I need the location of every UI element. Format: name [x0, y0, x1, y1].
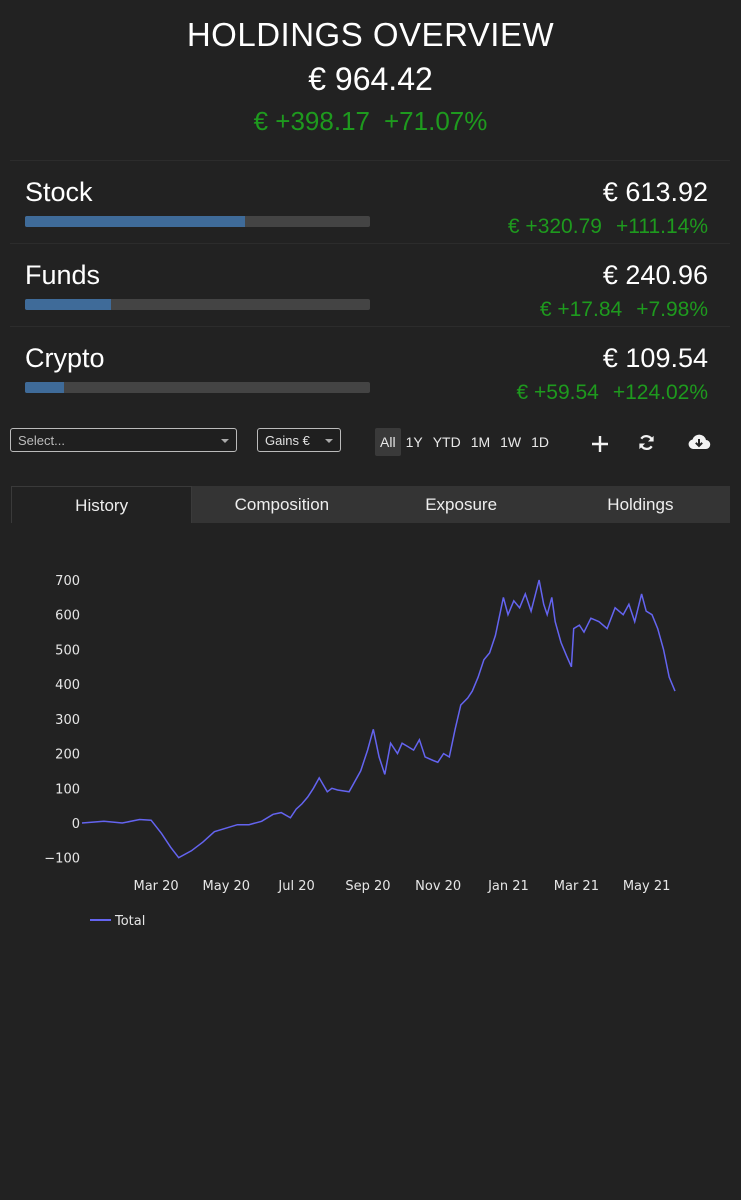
y-tick-label: 300	[55, 713, 80, 728]
y-tick-label: 100	[55, 782, 80, 797]
category-gain-pct: +124.02%	[612, 381, 708, 404]
category-value: € 240.96	[602, 260, 708, 290]
x-tick-label: May 21	[623, 879, 671, 894]
category-name: Stock	[25, 177, 93, 207]
x-tick-label: Mar 20	[133, 879, 178, 894]
category-gain-pct: +7.98%	[636, 298, 708, 321]
y-tick-label: 0	[72, 817, 80, 832]
x-tick-label: May 20	[203, 879, 251, 894]
category-share-fill	[25, 299, 112, 310]
category-funds[interactable]: Funds € 240.96 € +17.84 +7.98%	[10, 243, 730, 326]
plus-icon[interactable]	[586, 430, 614, 458]
range-1m[interactable]: 1M	[466, 428, 495, 456]
page-title: HOLDINGS OVERVIEW	[186, 16, 555, 53]
total-gain-pct: +71.07%	[384, 106, 488, 136]
category-share-bar	[25, 216, 370, 227]
tab-exposure[interactable]: Exposure	[371, 486, 551, 523]
category-value: € 109.54	[602, 343, 708, 373]
category-gain-abs: € +320.79	[507, 215, 602, 238]
chevron-down-icon	[325, 439, 333, 443]
x-tick-label: Mar 21	[554, 879, 599, 894]
view-tabs: History Composition Exposure Holdings	[11, 486, 730, 523]
category-gain: € +17.84 +7.98%	[540, 298, 708, 322]
category-name: Crypto	[25, 343, 105, 373]
overview-header: HOLDINGS OVERVIEW € 964.42 € +398.17 +71.…	[0, 0, 741, 140]
category-value: € 613.92	[602, 177, 708, 207]
y-tick-label: −100	[44, 852, 80, 867]
total-gain-abs: € +398.17	[253, 106, 370, 136]
y-tick-label: 600	[55, 609, 80, 624]
x-tick-label: Jul 20	[277, 879, 314, 894]
history-chart: −100 0 100 200 300 400 500 600 700 Mar 20 May 20 J…	[44, 574, 676, 929]
category-share-bar	[25, 382, 370, 393]
range-1y[interactable]: 1Y	[401, 428, 428, 456]
legend[interactable]: Total	[90, 914, 145, 929]
refresh-icon[interactable]	[632, 428, 660, 456]
toolbar: Select... Gains € All 1Y YTD 1M 1W 1D	[0, 428, 741, 456]
category-crypto[interactable]: Crypto € 109.54 € +59.54 +124.02%	[10, 326, 730, 409]
y-tick-label: 400	[55, 678, 80, 693]
category-gain-abs: € +59.54	[516, 381, 599, 404]
tab-composition[interactable]: Composition	[192, 486, 372, 523]
tab-holdings[interactable]: Holdings	[550, 486, 730, 523]
x-tick-label: Nov 20	[415, 879, 461, 894]
total-gain: € +398.17 +71.07%	[0, 102, 741, 140]
category-stock[interactable]: Stock € 613.92 € +320.79 +111.14%	[10, 160, 730, 243]
legend-label-total: Total	[114, 914, 145, 929]
y-tick-label: 500	[55, 643, 80, 658]
range-1w[interactable]: 1W	[495, 428, 526, 456]
category-gain-pct: +111.14%	[615, 215, 708, 238]
range-1d[interactable]: 1D	[526, 428, 554, 456]
y-axis-ticks: −100 0 100 200 300 400 500 600 700	[44, 574, 80, 867]
category-list: Stock € 613.92 € +320.79 +111.14% Funds €…	[10, 160, 730, 409]
y-tick-label: 200	[55, 748, 80, 763]
total-value: € 964.42	[308, 61, 433, 97]
category-gain: € +59.54 +124.02%	[516, 381, 708, 405]
gains-mode-value: Gains €	[265, 433, 310, 448]
holdings-select[interactable]: Select...	[10, 428, 237, 452]
category-name: Funds	[25, 260, 101, 290]
category-gain-abs: € +17.84	[539, 298, 623, 321]
x-tick-label: Sep 20	[345, 879, 390, 894]
x-axis-ticks: Mar 20 May 20 Jul 20 Sep 20 Nov 20 Jan 21 Mar …	[133, 879, 670, 894]
range-ytd[interactable]: YTD	[428, 428, 466, 456]
cloud-download-icon[interactable]	[684, 428, 714, 456]
y-tick-label: 700	[55, 574, 80, 589]
category-share-fill	[25, 382, 65, 393]
tab-history[interactable]: History	[11, 486, 193, 523]
range-selector: All 1Y YTD 1M 1W 1D	[375, 428, 554, 456]
x-tick-label: Jan 21	[487, 879, 529, 894]
chevron-down-icon	[221, 439, 229, 443]
gains-mode-select[interactable]: Gains €	[257, 428, 341, 452]
series-line-total	[81, 579, 676, 859]
category-share-fill	[25, 216, 245, 227]
range-all[interactable]: All	[375, 428, 401, 456]
holdings-select-placeholder: Select...	[18, 433, 65, 448]
category-share-bar	[25, 299, 370, 310]
category-gain: € +320.79 +111.14%	[508, 215, 708, 239]
